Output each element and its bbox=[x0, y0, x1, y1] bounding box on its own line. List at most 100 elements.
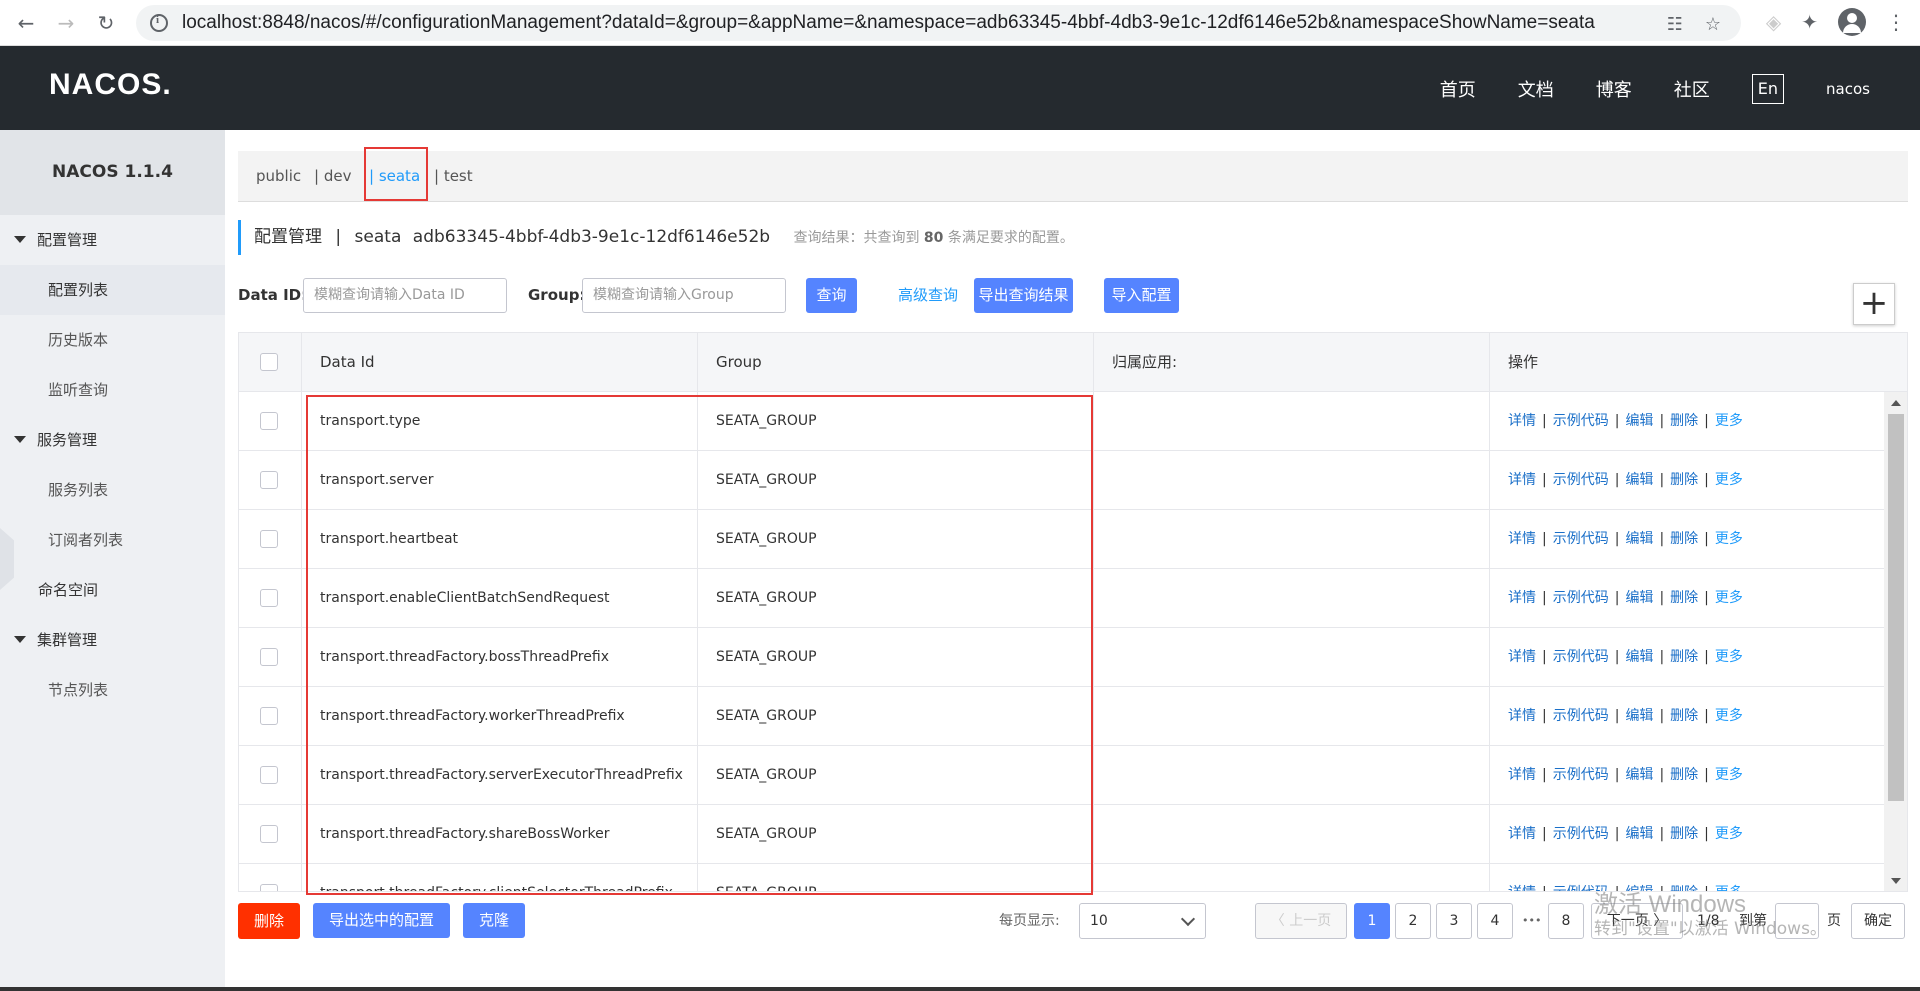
extension-shield-icon[interactable]: ◈ bbox=[1766, 10, 1781, 34]
op-sample-code-link[interactable]: 示例代码 bbox=[1553, 531, 1609, 547]
page-4-button[interactable]: 4 bbox=[1477, 903, 1513, 939]
user-name[interactable]: nacos bbox=[1826, 80, 1870, 98]
nav-docs[interactable]: 文档 bbox=[1518, 76, 1554, 102]
op-delete-link[interactable]: 删除 bbox=[1670, 472, 1698, 488]
sidebar-item-listener-query[interactable]: 监听查询 bbox=[0, 365, 225, 415]
table-scrollbar[interactable] bbox=[1884, 392, 1907, 891]
row-checkbox[interactable] bbox=[260, 412, 278, 430]
op-edit-link[interactable]: 编辑 bbox=[1625, 531, 1653, 547]
op-sample-code-link[interactable]: 示例代码 bbox=[1553, 767, 1609, 783]
namespace-public[interactable]: public bbox=[256, 151, 301, 202]
sidebar-item-service-list[interactable]: 服务列表 bbox=[0, 465, 225, 515]
row-checkbox[interactable] bbox=[260, 825, 278, 843]
language-switch[interactable]: En bbox=[1751, 74, 1785, 104]
op-delete-link[interactable]: 删除 bbox=[1670, 590, 1698, 606]
extensions-puzzle-icon[interactable]: ✦ bbox=[1801, 10, 1818, 34]
op-edit-link[interactable]: 编辑 bbox=[1625, 413, 1653, 429]
op-sample-code-link[interactable]: 示例代码 bbox=[1553, 826, 1609, 842]
op-edit-link[interactable]: 编辑 bbox=[1625, 649, 1653, 665]
page-3-button[interactable]: 3 bbox=[1436, 903, 1472, 939]
op-more-link[interactable]: 更多 bbox=[1715, 590, 1743, 606]
row-checkbox[interactable] bbox=[260, 766, 278, 784]
page-2-button[interactable]: 2 bbox=[1395, 903, 1431, 939]
profile-avatar[interactable] bbox=[1838, 8, 1866, 36]
scroll-thumb[interactable] bbox=[1888, 414, 1904, 801]
op-edit-link[interactable]: 编辑 bbox=[1625, 472, 1653, 488]
row-checkbox[interactable] bbox=[260, 884, 278, 891]
import-config-button[interactable]: 导入配置 bbox=[1104, 278, 1179, 313]
url-text[interactable]: localhost:8848/nacos/#/configurationMana… bbox=[182, 12, 1595, 34]
add-config-button[interactable]: + bbox=[1853, 283, 1895, 325]
op-detail-link[interactable]: 详情 bbox=[1508, 708, 1536, 724]
op-edit-link[interactable]: 编辑 bbox=[1625, 590, 1653, 606]
row-checkbox[interactable] bbox=[260, 707, 278, 725]
dataid-input[interactable]: 模糊查询请输入Data ID bbox=[303, 278, 507, 313]
op-detail-link[interactable]: 详情 bbox=[1508, 649, 1536, 665]
delete-button[interactable]: 删除 bbox=[238, 903, 300, 939]
sidebar-item-history[interactable]: 历史版本 bbox=[0, 315, 225, 365]
op-edit-link[interactable]: 编辑 bbox=[1625, 767, 1653, 783]
op-detail-link[interactable]: 详情 bbox=[1508, 531, 1536, 547]
op-more-link[interactable]: 更多 bbox=[1715, 531, 1743, 547]
op-detail-link[interactable]: 详情 bbox=[1508, 472, 1536, 488]
namespace-test[interactable]: | test bbox=[434, 151, 473, 202]
export-results-button[interactable]: 导出查询结果 bbox=[974, 278, 1073, 313]
namespace-dev[interactable]: | dev bbox=[314, 151, 351, 202]
op-sample-code-link[interactable]: 示例代码 bbox=[1553, 649, 1609, 665]
op-detail-link[interactable]: 详情 bbox=[1508, 885, 1536, 891]
per-page-select[interactable]: 10 bbox=[1079, 903, 1206, 939]
op-more-link[interactable]: 更多 bbox=[1715, 413, 1743, 429]
nav-blog[interactable]: 博客 bbox=[1596, 76, 1632, 102]
op-edit-link[interactable]: 编辑 bbox=[1625, 708, 1653, 724]
sidebar-item-config-list[interactable]: 配置列表 bbox=[0, 265, 225, 315]
op-detail-link[interactable]: 详情 bbox=[1508, 590, 1536, 606]
row-checkbox[interactable] bbox=[260, 471, 278, 489]
row-checkbox[interactable] bbox=[260, 648, 278, 666]
op-sample-code-link[interactable]: 示例代码 bbox=[1553, 413, 1609, 429]
sidebar-group-cluster[interactable]: 集群管理 bbox=[0, 615, 225, 665]
op-detail-link[interactable]: 详情 bbox=[1508, 826, 1536, 842]
bookmark-star-icon[interactable]: ☆ bbox=[1705, 14, 1721, 35]
op-more-link[interactable]: 更多 bbox=[1715, 708, 1743, 724]
back-icon[interactable]: ← bbox=[12, 9, 40, 37]
prev-page-button[interactable]: 〈 上一页 bbox=[1255, 903, 1347, 939]
op-more-link[interactable]: 更多 bbox=[1715, 767, 1743, 783]
forward-icon[interactable]: → bbox=[52, 9, 80, 37]
query-button[interactable]: 查询 bbox=[806, 278, 857, 313]
sidebar-group-service[interactable]: 服务管理 bbox=[0, 415, 225, 465]
op-more-link[interactable]: 更多 bbox=[1715, 649, 1743, 665]
op-sample-code-link[interactable]: 示例代码 bbox=[1553, 708, 1609, 724]
op-more-link[interactable]: 更多 bbox=[1715, 826, 1743, 842]
sidebar-item-nodes[interactable]: 节点列表 bbox=[0, 665, 225, 715]
op-sample-code-link[interactable]: 示例代码 bbox=[1553, 472, 1609, 488]
clone-button[interactable]: 克隆 bbox=[463, 903, 525, 938]
op-delete-link[interactable]: 删除 bbox=[1670, 826, 1698, 842]
row-checkbox[interactable] bbox=[260, 589, 278, 607]
scroll-down-arrow-icon[interactable] bbox=[1891, 878, 1901, 884]
site-info-icon[interactable] bbox=[150, 14, 168, 32]
op-edit-link[interactable]: 编辑 bbox=[1625, 826, 1653, 842]
translate-icon[interactable]: ☷ bbox=[1667, 14, 1683, 35]
select-all-checkbox[interactable] bbox=[260, 353, 278, 371]
op-delete-link[interactable]: 删除 bbox=[1670, 767, 1698, 783]
page-8-button[interactable]: 8 bbox=[1548, 903, 1584, 939]
op-delete-link[interactable]: 删除 bbox=[1670, 708, 1698, 724]
sidebar-item-subscribers[interactable]: 订阅者列表 bbox=[0, 515, 225, 565]
browser-menu-icon[interactable]: ⋮ bbox=[1886, 10, 1906, 34]
export-selected-button[interactable]: 导出选中的配置 bbox=[313, 903, 450, 938]
op-delete-link[interactable]: 删除 bbox=[1670, 531, 1698, 547]
nav-community[interactable]: 社区 bbox=[1674, 76, 1710, 102]
op-detail-link[interactable]: 详情 bbox=[1508, 767, 1536, 783]
nav-home[interactable]: 首页 bbox=[1440, 76, 1476, 102]
address-bar[interactable]: localhost:8848/nacos/#/configurationMana… bbox=[136, 5, 1741, 41]
op-sample-code-link[interactable]: 示例代码 bbox=[1553, 590, 1609, 606]
page-1-button[interactable]: 1 bbox=[1354, 903, 1390, 939]
sidebar-item-namespace[interactable]: 命名空间 bbox=[0, 565, 225, 615]
reload-icon[interactable]: ↻ bbox=[92, 9, 120, 37]
op-delete-link[interactable]: 删除 bbox=[1670, 413, 1698, 429]
advanced-query-link[interactable]: 高级查询 bbox=[898, 278, 958, 313]
sidebar-group-config[interactable]: 配置管理 bbox=[0, 215, 225, 265]
scroll-up-arrow-icon[interactable] bbox=[1891, 400, 1901, 406]
row-checkbox[interactable] bbox=[260, 530, 278, 548]
group-input[interactable]: 模糊查询请输入Group bbox=[582, 278, 786, 313]
